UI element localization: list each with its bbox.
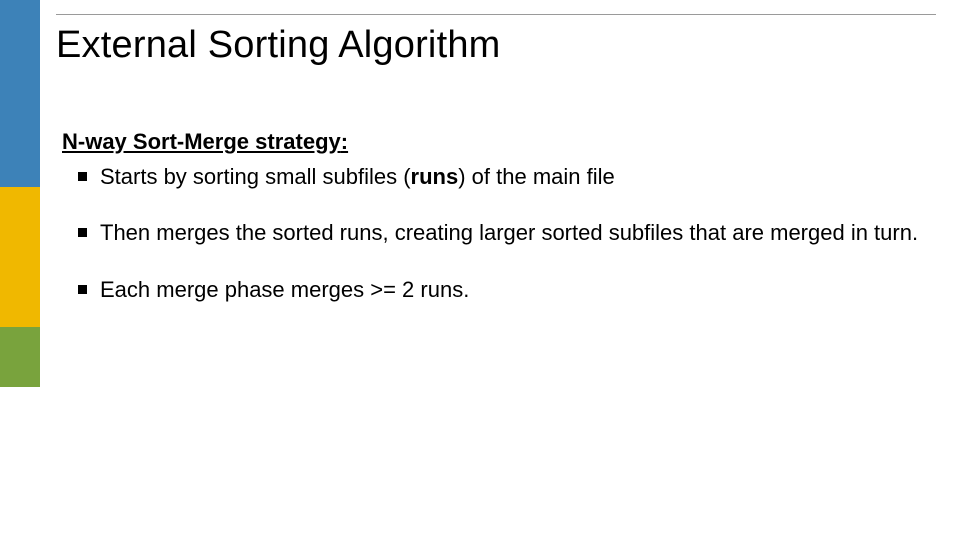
list-item: Each merge phase merges >= 2 runs. (100, 276, 922, 305)
body-heading: N-way Sort-Merge strategy: (62, 128, 922, 157)
list-item: Then merges the sorted runs, creating la… (100, 219, 922, 248)
bullet-text-bold: runs (411, 164, 459, 189)
bullet-text-post: ) of the main file (458, 164, 615, 189)
list-item: Starts by sorting small subfiles (runs) … (100, 163, 922, 192)
slide-title: External Sorting Algorithm (56, 24, 501, 67)
title-divider (56, 14, 936, 15)
slide: External Sorting Algorithm N-way Sort-Me… (0, 0, 960, 540)
bullet-list: Starts by sorting small subfiles (runs) … (62, 163, 922, 305)
bullet-text-pre: Starts by sorting small subfiles ( (100, 164, 411, 189)
bullet-text-pre: Each merge phase merges >= 2 runs. (100, 277, 469, 302)
heading-colon: : (341, 129, 348, 154)
heading-text: N-way Sort-Merge strategy (62, 129, 341, 154)
sidebar-accent-green (0, 327, 40, 387)
bullet-text-pre: Then merges the sorted runs, creating la… (100, 220, 918, 245)
sidebar-accent-orange (0, 187, 40, 327)
slide-body: N-way Sort-Merge strategy: Starts by sor… (62, 128, 922, 332)
sidebar-accent-blue (0, 0, 40, 187)
